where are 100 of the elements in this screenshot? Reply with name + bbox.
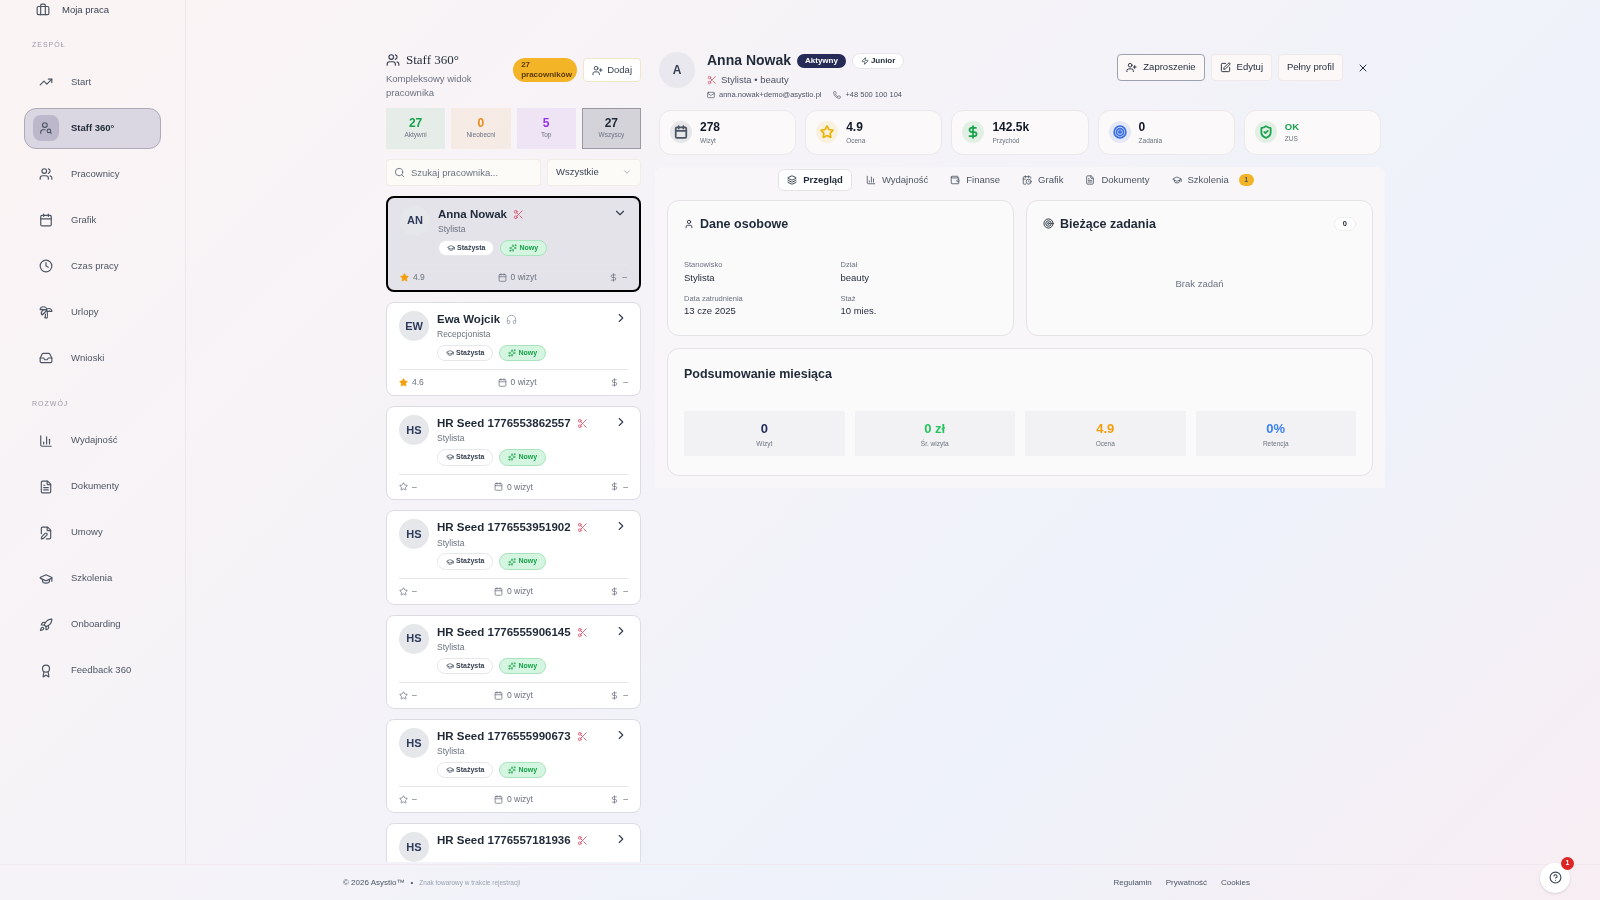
kpi-value: 278: [700, 119, 721, 137]
nav-icon: [39, 663, 53, 678]
employee-avatar: EW: [399, 310, 429, 341]
tile-value: 0: [477, 116, 485, 131]
kpi-value: 142.5k: [992, 119, 1030, 137]
sidebar-item[interactable]: Feedback 360: [24, 650, 161, 691]
action-button[interactable]: Edytuj: [1210, 54, 1272, 81]
help-icon: [1548, 871, 1562, 884]
revenue-value: –: [622, 271, 627, 284]
user-plus-icon: [592, 64, 604, 76]
stat-value: 0: [760, 420, 768, 439]
employee-name: HR Seed 1776553951902: [437, 520, 571, 536]
footer-link[interactable]: Regulamin: [1113, 876, 1152, 889]
sidebar-item[interactable]: Grafik: [24, 199, 161, 241]
card-title: Bieżące zadania: [1060, 215, 1156, 233]
chevron-down-icon: [622, 167, 632, 177]
rating-value: –: [412, 480, 417, 494]
add-button[interactable]: Dodaj: [583, 58, 641, 82]
graduation-cap-icon: [446, 557, 454, 566]
sidebar-item[interactable]: Urlopy: [24, 291, 161, 333]
tab[interactable]: Wydajność: [857, 169, 937, 191]
tab[interactable]: Grafik: [1014, 169, 1072, 191]
sidebar-item[interactable]: Onboarding: [24, 604, 161, 645]
status-badge: Aktywny: [797, 53, 846, 68]
dollar-icon: [610, 586, 620, 596]
dollar-icon: [610, 795, 620, 805]
sparkle-icon: [509, 243, 518, 252]
tab-icon: [1171, 175, 1182, 185]
employee-card[interactable]: HS HR Seed 1776557181936: [386, 823, 641, 862]
count-badge: 27 pracowników: [513, 58, 578, 82]
filter-dropdown[interactable]: Wszystkie: [547, 158, 641, 186]
tab-icon: [950, 175, 961, 185]
graduation-cap-icon: [446, 453, 454, 462]
headphones-icon: [506, 313, 518, 325]
kpi-value: 0: [1138, 119, 1147, 137]
action-button[interactable]: Pełny profil: [1278, 54, 1343, 81]
nav-icon: [39, 121, 53, 135]
nav-icon: [39, 617, 53, 632]
field-value: beauty: [840, 270, 871, 285]
employee-name: HR Seed 1776557181936: [437, 833, 571, 848]
rating-value: –: [412, 584, 417, 598]
empty-message: Brak zadań: [1174, 277, 1225, 292]
revenue-value: –: [623, 480, 628, 494]
calendar-icon: [497, 378, 507, 388]
employee-role: Stylista: [437, 536, 466, 550]
search-field[interactable]: Szukaj pracownika...: [386, 158, 541, 186]
employee-name: Ewa Wojcik: [437, 311, 501, 327]
sidebar-item[interactable]: Wnioski: [24, 337, 161, 379]
employee-name: HR Seed 1776553862557: [437, 416, 571, 431]
sidebar-item[interactable]: Staff 360°: [24, 107, 161, 149]
nav-icon: [39, 433, 53, 448]
tab[interactable]: Finanse: [942, 169, 1009, 191]
edit-icon: [1219, 62, 1231, 73]
stat-value: 0%: [1266, 420, 1286, 439]
sidebar-item[interactable]: Dokumenty: [24, 466, 161, 507]
sidebar-item[interactable]: Moja praca: [24, 0, 161, 20]
stat-value: 0 zł: [924, 420, 946, 439]
sidebar-item[interactable]: Wydajność: [24, 420, 161, 461]
calendar-icon: [494, 690, 503, 700]
nav-icon: [39, 571, 53, 586]
employee-name: Anna Nowak: [438, 206, 507, 222]
visits-count: 0 wizyt: [507, 584, 533, 598]
tab-icon: [1022, 175, 1033, 185]
sparkle-icon: [508, 766, 517, 774]
visits-count: 0 wizyt: [510, 376, 537, 389]
tile-value: 5: [542, 116, 550, 131]
footer-link[interactable]: Cookies: [1221, 876, 1250, 889]
level-badge: Junior: [851, 52, 905, 69]
sidebar-item[interactable]: Umowy: [24, 512, 161, 553]
tab[interactable]: Przegląd: [778, 169, 852, 191]
tab-icon: [865, 175, 876, 185]
scissors-icon: [707, 75, 717, 86]
panel-subtitle: Kompleksowy widok pracownika: [386, 71, 473, 100]
kpi-value: 4.9: [846, 119, 864, 137]
copyright-text: © 2026 Asystio™: [343, 876, 405, 889]
employee-role: Stylista: [437, 432, 466, 445]
help-button[interactable]: [1540, 862, 1570, 893]
nav-icon: [39, 213, 53, 227]
revenue-value: –: [623, 376, 628, 389]
field-value: 10 mies.: [840, 304, 878, 318]
footer-link[interactable]: Prywatność: [1165, 876, 1208, 889]
graduation-cap-icon: [447, 243, 455, 252]
sidebar-item[interactable]: Pracownicy: [24, 153, 161, 195]
scissors-icon: [576, 418, 588, 430]
visits-count: 0 wizyt: [507, 689, 533, 702]
sparkle-icon: [508, 661, 517, 670]
user-icon: [684, 218, 694, 229]
sparkle-icon: [508, 453, 517, 462]
user-plus-icon: [1126, 62, 1138, 73]
sidebar-item[interactable]: Szkolenia: [24, 558, 161, 599]
employee-role: Stylista: [437, 745, 466, 758]
rating-value: 4.6: [412, 376, 424, 389]
separator-dot: •: [410, 876, 414, 889]
profile-avatar: A: [659, 52, 695, 88]
tab[interactable]: Dokumenty: [1077, 169, 1158, 191]
sidebar-item[interactable]: Start: [24, 61, 161, 103]
sidebar-item[interactable]: Czas pracy: [24, 245, 161, 287]
action-button[interactable]: Zaproszenie: [1117, 54, 1205, 81]
employee-name: HR Seed 1776555990673: [437, 728, 571, 744]
panel-title: Staff 360°: [406, 51, 459, 69]
